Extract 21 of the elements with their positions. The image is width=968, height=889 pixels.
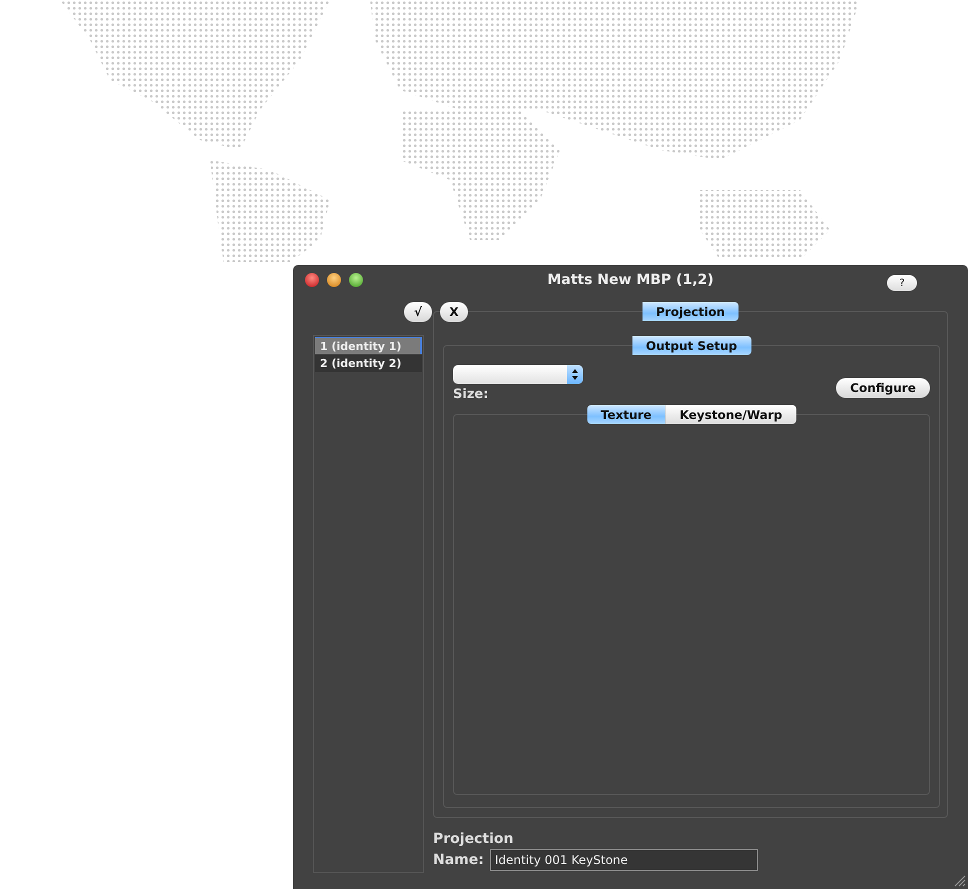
list-item[interactable]: 2 (identity 2) xyxy=(315,355,422,372)
section-heading: Projection xyxy=(433,830,514,846)
cancel-button[interactable]: X xyxy=(440,302,468,322)
close-button[interactable] xyxy=(305,273,319,287)
configure-button[interactable]: Configure xyxy=(836,378,930,398)
confirm-button[interactable]: √ xyxy=(404,302,432,322)
list-item[interactable]: 1 (identity 1) xyxy=(315,337,422,354)
up-down-arrows-icon xyxy=(567,365,583,384)
zoom-button[interactable] xyxy=(349,273,363,287)
name-label: Name: xyxy=(433,852,484,868)
resize-grip-icon[interactable] xyxy=(954,875,966,887)
name-field[interactable]: Identity 001 KeyStone xyxy=(490,848,758,870)
help-button[interactable]: ? xyxy=(887,275,917,291)
tab[interactable]: Texture xyxy=(586,405,666,424)
tab[interactable]: Projection xyxy=(642,302,739,321)
size-label: Size: xyxy=(453,387,490,402)
tab[interactable]: Keystone/Warp xyxy=(666,405,796,424)
tab[interactable]: Output Setup xyxy=(632,336,752,355)
window-title: Matts New MBP (1,2) xyxy=(547,272,714,288)
minimize-button[interactable] xyxy=(327,273,341,287)
dropdown[interactable] xyxy=(453,365,583,384)
